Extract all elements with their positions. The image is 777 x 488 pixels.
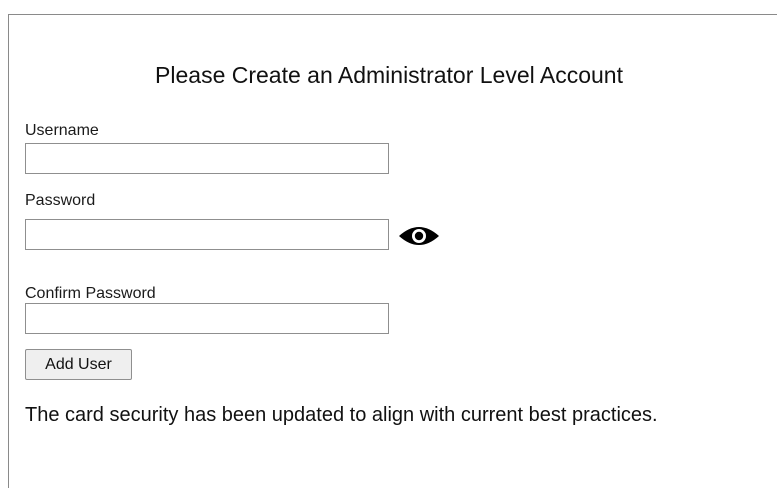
confirm-password-label: Confirm Password <box>25 285 156 302</box>
confirm-password-input[interactable] <box>25 303 389 334</box>
add-user-button[interactable]: Add User <box>25 349 132 380</box>
status-message: The card security has been updated to al… <box>25 404 658 426</box>
show-password-toggle[interactable] <box>398 225 440 247</box>
password-input[interactable] <box>25 219 389 250</box>
page-title: Please Create an Administrator Level Acc… <box>155 62 623 88</box>
password-label: Password <box>25 192 96 209</box>
eye-icon <box>399 227 439 245</box>
username-input[interactable] <box>25 143 389 174</box>
username-label: Username <box>25 122 99 139</box>
